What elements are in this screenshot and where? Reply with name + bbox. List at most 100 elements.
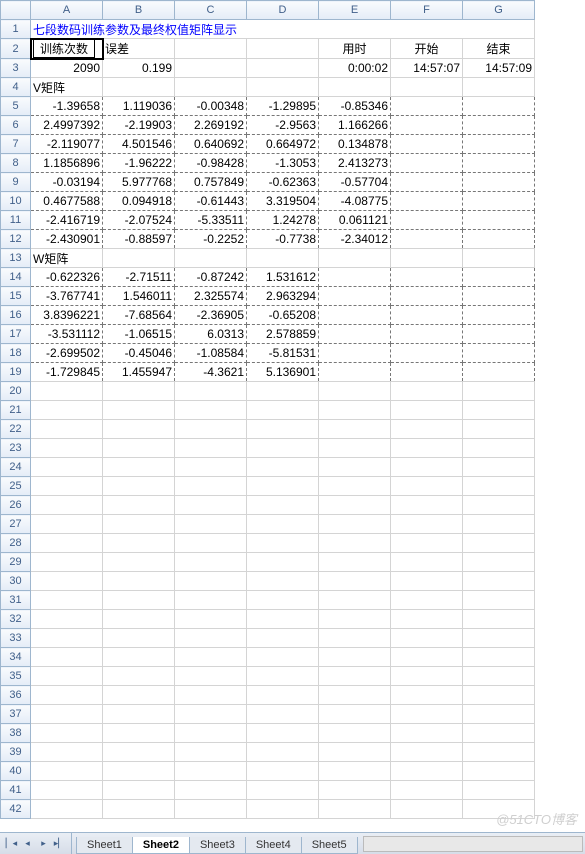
cell[interactable]: [463, 515, 535, 534]
cell[interactable]: -0.00348: [175, 97, 247, 116]
row-header[interactable]: 5: [1, 97, 31, 116]
cell[interactable]: -1.96222: [103, 154, 175, 173]
row-header[interactable]: 19: [1, 363, 31, 382]
cell[interactable]: [391, 629, 463, 648]
cell[interactable]: [103, 382, 175, 401]
row-header[interactable]: 39: [1, 743, 31, 762]
cell[interactable]: [31, 572, 103, 591]
cell[interactable]: [319, 477, 391, 496]
cell[interactable]: 1.455947: [103, 363, 175, 382]
cell[interactable]: -0.65208: [247, 306, 319, 325]
row-header[interactable]: 26: [1, 496, 31, 515]
horizontal-scrollbar[interactable]: [363, 836, 583, 852]
cell[interactable]: [391, 724, 463, 743]
cell[interactable]: [175, 648, 247, 667]
cell[interactable]: -5.81531: [247, 344, 319, 363]
cell[interactable]: [319, 743, 391, 762]
cell[interactable]: [247, 572, 319, 591]
cell[interactable]: [463, 306, 535, 325]
cell[interactable]: [391, 363, 463, 382]
cell[interactable]: -0.85346: [319, 97, 391, 116]
row-header[interactable]: 22: [1, 420, 31, 439]
cell[interactable]: -2.119077: [31, 135, 103, 154]
cell[interactable]: [247, 667, 319, 686]
cell[interactable]: -0.03194: [31, 173, 103, 192]
cell[interactable]: [31, 686, 103, 705]
cell[interactable]: [391, 287, 463, 306]
cell[interactable]: [463, 211, 535, 230]
row-header[interactable]: 15: [1, 287, 31, 306]
cell[interactable]: [391, 743, 463, 762]
cell[interactable]: [319, 553, 391, 572]
cell[interactable]: [247, 648, 319, 667]
cell[interactable]: [103, 781, 175, 800]
cell[interactable]: [175, 59, 247, 78]
cell[interactable]: [247, 591, 319, 610]
row-header[interactable]: 12: [1, 230, 31, 249]
cell[interactable]: [319, 268, 391, 287]
cell[interactable]: [247, 686, 319, 705]
cell[interactable]: -2.34012: [319, 230, 391, 249]
cell[interactable]: [175, 762, 247, 781]
cell[interactable]: 4.501546: [103, 135, 175, 154]
cell[interactable]: [391, 800, 463, 819]
cell[interactable]: [319, 591, 391, 610]
cell[interactable]: -2.430901: [31, 230, 103, 249]
cell[interactable]: [319, 572, 391, 591]
row-header[interactable]: 16: [1, 306, 31, 325]
cell[interactable]: 0.199: [103, 59, 175, 78]
tab-nav-first[interactable]: ▏◂: [4, 836, 19, 851]
tab-nav-last[interactable]: ▸▏: [52, 836, 67, 851]
cell[interactable]: [391, 686, 463, 705]
cell[interactable]: [391, 382, 463, 401]
cell[interactable]: [463, 648, 535, 667]
cell[interactable]: [247, 800, 319, 819]
row-header[interactable]: 33: [1, 629, 31, 648]
cell[interactable]: [175, 724, 247, 743]
cell[interactable]: [175, 496, 247, 515]
cell[interactable]: [391, 534, 463, 553]
cell[interactable]: [391, 211, 463, 230]
row-header[interactable]: 25: [1, 477, 31, 496]
cell[interactable]: [319, 667, 391, 686]
cell[interactable]: [175, 477, 247, 496]
row-header[interactable]: 35: [1, 667, 31, 686]
cell[interactable]: [463, 230, 535, 249]
cell[interactable]: [391, 439, 463, 458]
cell[interactable]: -0.87242: [175, 268, 247, 287]
cell[interactable]: [175, 781, 247, 800]
cell[interactable]: [391, 97, 463, 116]
cell[interactable]: [247, 743, 319, 762]
cell[interactable]: [175, 686, 247, 705]
cell[interactable]: [391, 78, 463, 97]
cell[interactable]: [391, 420, 463, 439]
cell[interactable]: -2.416719: [31, 211, 103, 230]
cell[interactable]: [391, 401, 463, 420]
cell[interactable]: [463, 743, 535, 762]
row-header[interactable]: 28: [1, 534, 31, 553]
row-header[interactable]: 23: [1, 439, 31, 458]
cell[interactable]: [319, 363, 391, 382]
cell[interactable]: [175, 534, 247, 553]
cell[interactable]: [319, 287, 391, 306]
col-header-G[interactable]: G: [463, 1, 535, 20]
row-header[interactable]: 10: [1, 192, 31, 211]
cell[interactable]: [463, 439, 535, 458]
cell[interactable]: [175, 382, 247, 401]
cell[interactable]: [391, 591, 463, 610]
cell[interactable]: -0.2252: [175, 230, 247, 249]
cell[interactable]: -1.29895: [247, 97, 319, 116]
cell[interactable]: [31, 401, 103, 420]
cell[interactable]: [463, 192, 535, 211]
cell[interactable]: 6.0313: [175, 325, 247, 344]
cell[interactable]: [463, 154, 535, 173]
cell[interactable]: [463, 420, 535, 439]
cell[interactable]: [103, 420, 175, 439]
cell[interactable]: -5.33511: [175, 211, 247, 230]
row-header[interactable]: 6: [1, 116, 31, 135]
cell[interactable]: [319, 420, 391, 439]
cell[interactable]: 0.640692: [175, 135, 247, 154]
cell[interactable]: [175, 515, 247, 534]
cell[interactable]: [103, 458, 175, 477]
cell[interactable]: [247, 610, 319, 629]
